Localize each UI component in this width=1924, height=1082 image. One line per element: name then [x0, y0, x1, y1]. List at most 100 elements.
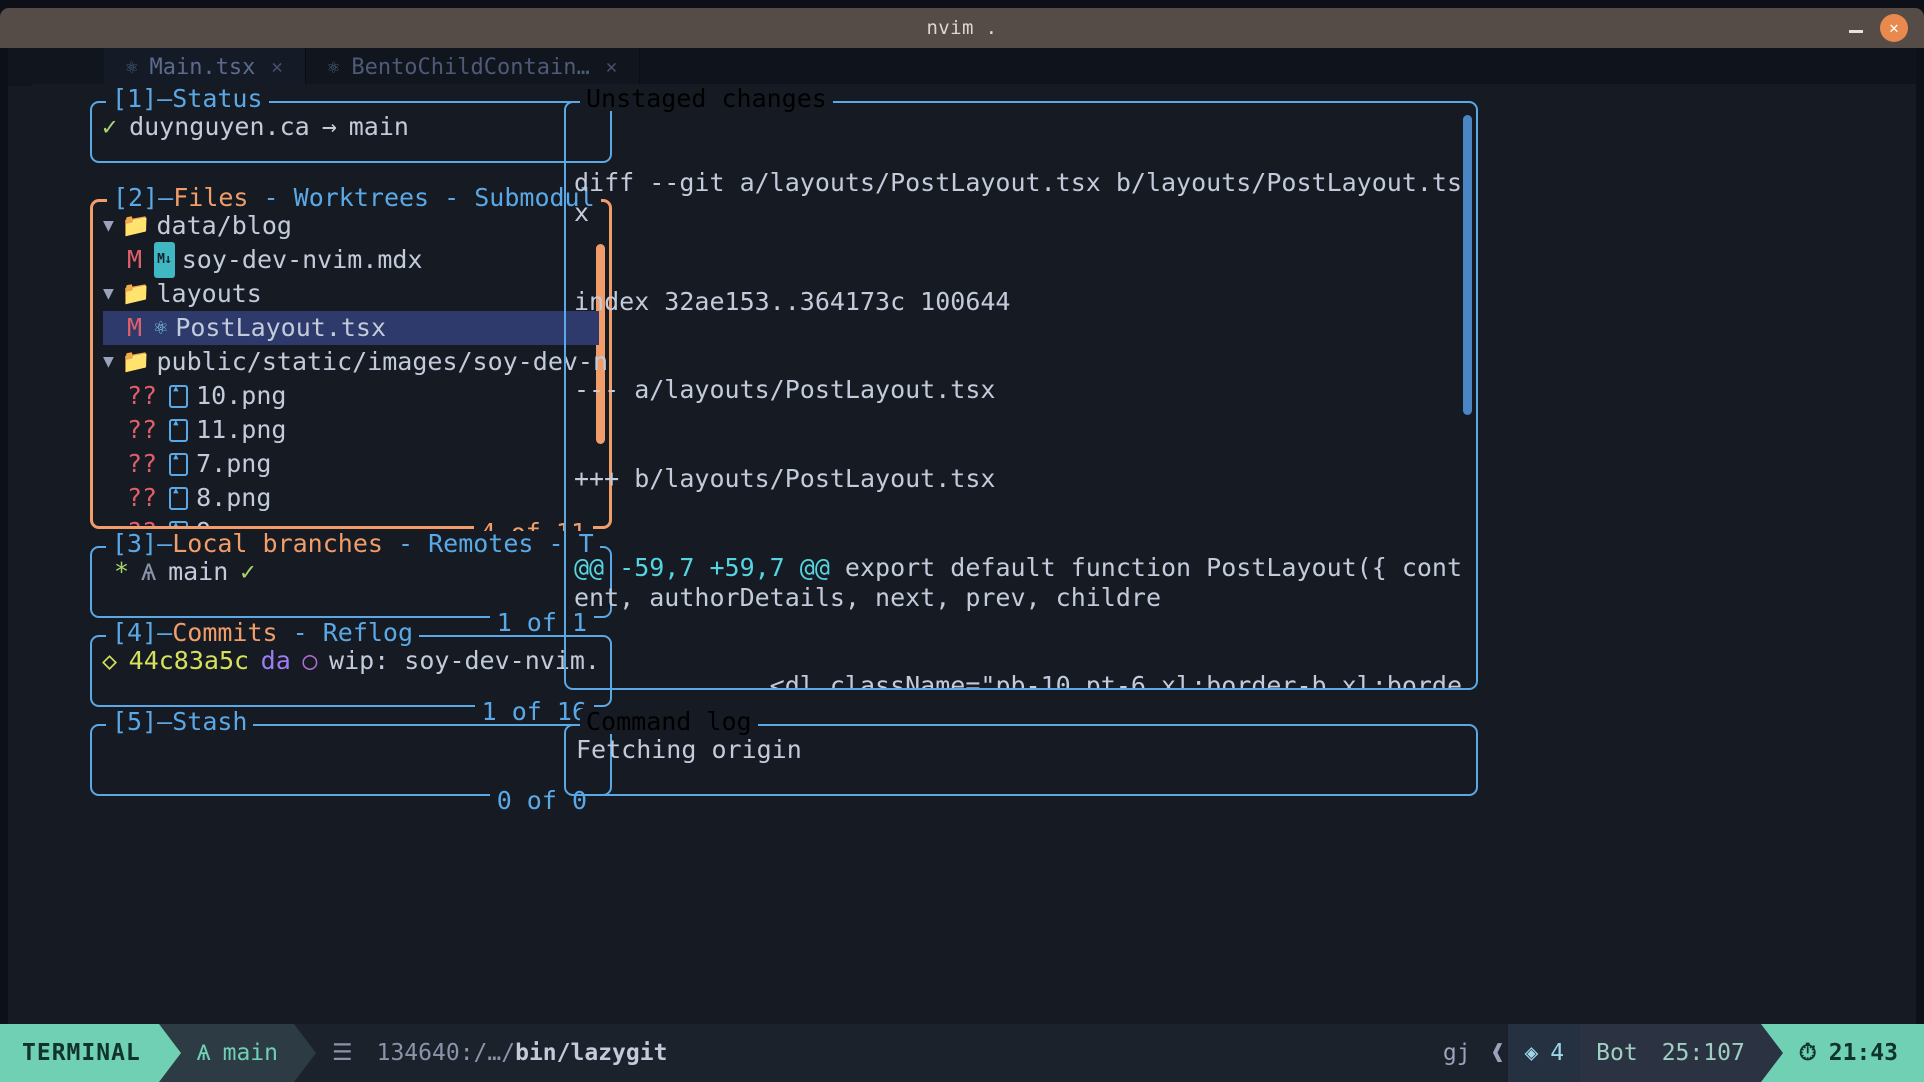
panel-branches[interactable]: [3]–Local branches - Remotes - T 1 of 1 … [90, 531, 612, 635]
file-status: M [127, 245, 143, 274]
list-item[interactable]: ▼ 📁 layouts [103, 277, 599, 311]
file-name: 10.png [196, 381, 287, 410]
statusline-filler [683, 1024, 1427, 1082]
folder-icon: 📁 [121, 349, 151, 375]
close-button[interactable]: ✕ [1880, 14, 1908, 42]
file-name: 11.png [196, 415, 287, 444]
panel-stash[interactable]: [5]–Stash 0 of 0 [90, 709, 612, 813]
statusline-branch[interactable]: Ѧ main [180, 1024, 294, 1082]
close-icon[interactable]: ✕ [271, 56, 282, 78]
panel-diff-body: diff --git a/layouts/PostLayout.tsx b/la… [566, 103, 1476, 688]
file-status: ?? [127, 515, 157, 526]
tab-label: Main.tsx [149, 54, 256, 80]
file-name: public/static/images/soy-dev-n [156, 347, 609, 376]
list-item[interactable]: * Ѧ main ✓ [102, 555, 600, 589]
image-icon [169, 406, 189, 442]
log-line: Fetching origin [576, 735, 802, 764]
statusline-cube-count: 4 [1550, 1040, 1565, 1066]
panel-files-body: ▼ 📁 data/blog M M↓ soy-dev-nvim.mdx ▼ 📁 … [93, 202, 609, 526]
statusline-clock: ⏱ 21:43 [1782, 1024, 1924, 1082]
folder-icon: 📁 [121, 281, 151, 307]
clock-icon: ⏱ [1798, 1040, 1817, 1066]
git-branch-icon: Ѧ [141, 557, 157, 586]
branch-name: main [168, 557, 229, 586]
list-item-selected[interactable]: M ⚛ PostLayout.tsx [103, 311, 599, 345]
status-check-icon: ✓ [102, 112, 118, 141]
close-icon[interactable]: ✕ [606, 56, 617, 78]
mdx-icon: M↓ [154, 242, 175, 278]
buffer-tabline: ⚛ Main.tsx ✕ ⚛ BentoChildContain… ✕ [8, 48, 1916, 86]
statusline-divider [293, 1024, 316, 1082]
panel-files[interactable]: [2]–Files - Worktrees - Submodul 4 of 11… [90, 185, 612, 545]
statusline-divider [1760, 1024, 1783, 1082]
statusline-position-label: Bot [1596, 1040, 1638, 1066]
status-branch-name: main [348, 112, 409, 141]
panel-commits-body: ◇ 44c83a5c da ○ wip: soy-dev-nvim. [92, 637, 610, 705]
panel-branches-body: * Ѧ main ✓ [92, 548, 610, 616]
chevron-down-icon: ▼ [103, 351, 114, 372]
commit-marker-icon: ○ [302, 646, 318, 675]
cube-icon: ◈ [1524, 1040, 1539, 1066]
panel-unstaged-changes[interactable]: Unstaged changes diff --git a/layouts/Po… [564, 86, 1478, 690]
react-icon: ⚛ [154, 315, 168, 340]
statusline-pending-keys: gj [1426, 1024, 1487, 1082]
statusline-path-bold: bin/lazygit [515, 1040, 668, 1066]
tabline-gutter [8, 48, 104, 86]
diff-line: diff --git a/layouts/PostLayout.tsx b/la… [574, 168, 1463, 227]
lines-icon: ☰ [331, 1040, 353, 1066]
file-status: ?? [127, 483, 158, 512]
statusline-branch-name: main [222, 1040, 278, 1066]
statusline-chevron-icon: ❰ [1486, 1024, 1509, 1082]
panel-commits[interactable]: [4]–Commits - Reflog 1 of 16 ◇ 44c83a5c … [90, 620, 612, 724]
commit-message: wip: soy-dev-nvim. [329, 646, 600, 675]
diff-line: +++ b/layouts/PostLayout.tsx [574, 464, 996, 494]
panel-status-body: ✓ duynguyen.ca → main [92, 103, 610, 161]
statusline-time: 21:43 [1828, 1040, 1898, 1066]
file-status: ?? [127, 415, 158, 444]
hunk-header: @@ -59,7 +59,7 @@ [574, 552, 830, 582]
list-item[interactable]: ▼ 📁 data/blog [103, 209, 599, 243]
file-status: ?? [127, 381, 158, 410]
image-icon [169, 440, 189, 476]
list-item[interactable]: ?? 9.png [103, 508, 599, 526]
commit-author: da [260, 646, 291, 675]
file-name: soy-dev-nvim.mdx [181, 245, 423, 274]
current-branch-star-icon: * [114, 557, 130, 586]
app-root: nvim . ✕ ⚛ Main.tsx ✕ ⚛ BentoChildContai… [0, 0, 1924, 1082]
image-icon [169, 474, 189, 510]
arrow-icon: → [321, 112, 337, 141]
statusline-mode: TERMINAL [0, 1024, 159, 1082]
tabline-filler [640, 48, 1916, 86]
chevron-down-icon: ▼ [103, 283, 114, 304]
window-titlebar: nvim . ✕ [0, 8, 1924, 48]
statusline-position-value: 25:107 [1661, 1040, 1745, 1066]
file-name: 7.png [196, 449, 272, 478]
commit-graph-icon: ◇ [102, 646, 118, 675]
list-item[interactable]: ◇ 44c83a5c da ○ wip: soy-dev-nvim. [102, 644, 600, 678]
list-item[interactable]: M M↓ soy-dev-nvim.mdx [103, 242, 599, 278]
statusline-position: Bot 25:107 [1580, 1024, 1761, 1082]
branch-check-icon: ✓ [240, 557, 256, 586]
window-title: nvim . [926, 17, 998, 39]
image-icon [169, 508, 189, 526]
diff-line: index 32ae153..364173c 100644 [574, 286, 1011, 316]
diff-line: <dl className="pb-10 pt-6 xl:border-b xl… [769, 671, 1463, 688]
panel-command-log[interactable]: Command log Fetching origin [564, 709, 1478, 796]
diff-line-hunk: @@ -59,7 +59,7 @@ export default functio… [574, 553, 1468, 612]
tab-bentochildcontainer[interactable]: ⚛ BentoChildContain… ✕ [305, 48, 641, 86]
tab-main-tsx[interactable]: ⚛ Main.tsx ✕ [104, 48, 306, 86]
react-icon: ⚛ [327, 56, 340, 78]
image-icon [169, 372, 189, 408]
file-name: PostLayout.tsx [175, 313, 387, 342]
diff-line: --- a/layouts/PostLayout.tsx [574, 375, 996, 405]
file-name: 8.png [196, 483, 272, 512]
statusline-diagnostics[interactable]: ◈ 4 [1508, 1024, 1581, 1082]
statusline: TERMINAL Ѧ main ☰ 134640:/…/bin/lazygit … [0, 1024, 1924, 1082]
window-controls: ✕ [1846, 8, 1908, 48]
panel-stash-body [92, 726, 610, 794]
commit-sha: 44c83a5c [128, 646, 250, 675]
minimize-button[interactable] [1846, 18, 1866, 38]
panel-command-log-body: Fetching origin [566, 726, 1476, 794]
panel-status[interactable]: [1]–Status ✓ duynguyen.ca → main [90, 86, 612, 163]
chevron-down-icon: ▼ [103, 215, 114, 236]
